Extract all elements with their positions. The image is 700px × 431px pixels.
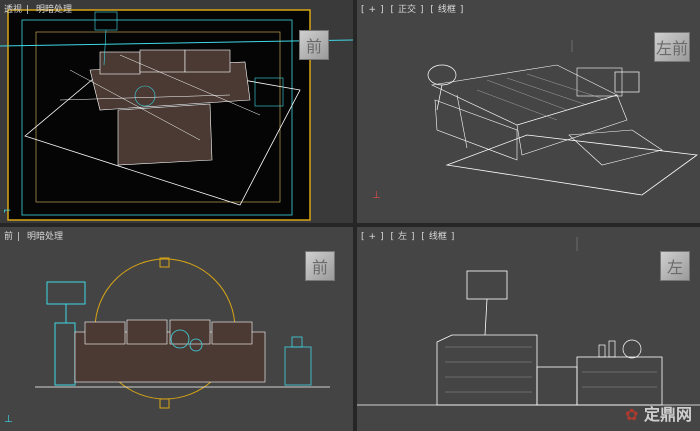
watermark-icon: ✿ [625,405,639,424]
view-type-label[interactable]: 透视 [4,5,22,15]
viewcube-label: 前 [311,258,328,277]
view-type-label[interactable]: 左 [398,232,407,242]
viewport-label[interactable]: [+] [正交] [线框] [361,2,467,15]
watermark-text: 定鼎网 [643,405,692,424]
viewport-orthographic[interactable]: [+] [正交] [线框] 左前 ⊥ [357,0,700,223]
viewport-label[interactable]: 透视 | 明暗处理 [4,2,76,15]
axis-gizmo-icon: ⊥ [372,190,381,201]
front-scene [35,257,330,409]
viewport-menu[interactable]: + [369,232,377,242]
site-watermark: ✿ 定鼎网 [625,401,692,425]
viewport-label[interactable]: 前 | 明暗处理 [4,229,67,242]
viewcube[interactable]: 左 [660,251,690,281]
view-type-label[interactable]: 前 [4,232,13,242]
shading-mode-label[interactable]: 线框 [429,232,447,242]
viewcube-label: 左 [666,258,683,277]
viewcube[interactable]: 前 [299,30,329,60]
viewcube-label: 前 [305,37,322,56]
viewport-menu[interactable]: + [369,5,377,15]
orthographic-scene [427,40,699,196]
viewcube[interactable]: 左前 [654,32,690,62]
axis-gizmo-icon: ⊥ [4,414,13,425]
shading-mode-label[interactable]: 明暗处理 [36,5,72,15]
viewcube-label: 左前 [655,39,688,58]
viewport-front[interactable]: 前 | 明暗处理 前 ⊥ [0,227,353,431]
viewcube[interactable]: 前 [305,251,335,281]
axis-gizmo-icon: ⌐ [3,206,12,217]
viewport-perspective[interactable]: 透视 | 明暗处理 前 ⌐ [0,0,353,223]
shading-mode-label[interactable]: 明暗处理 [27,232,63,242]
shading-mode-label[interactable]: 线框 [438,5,456,15]
viewport-label[interactable]: [+] [左] [线框] [361,229,458,242]
view-type-label[interactable]: 正交 [398,5,416,15]
